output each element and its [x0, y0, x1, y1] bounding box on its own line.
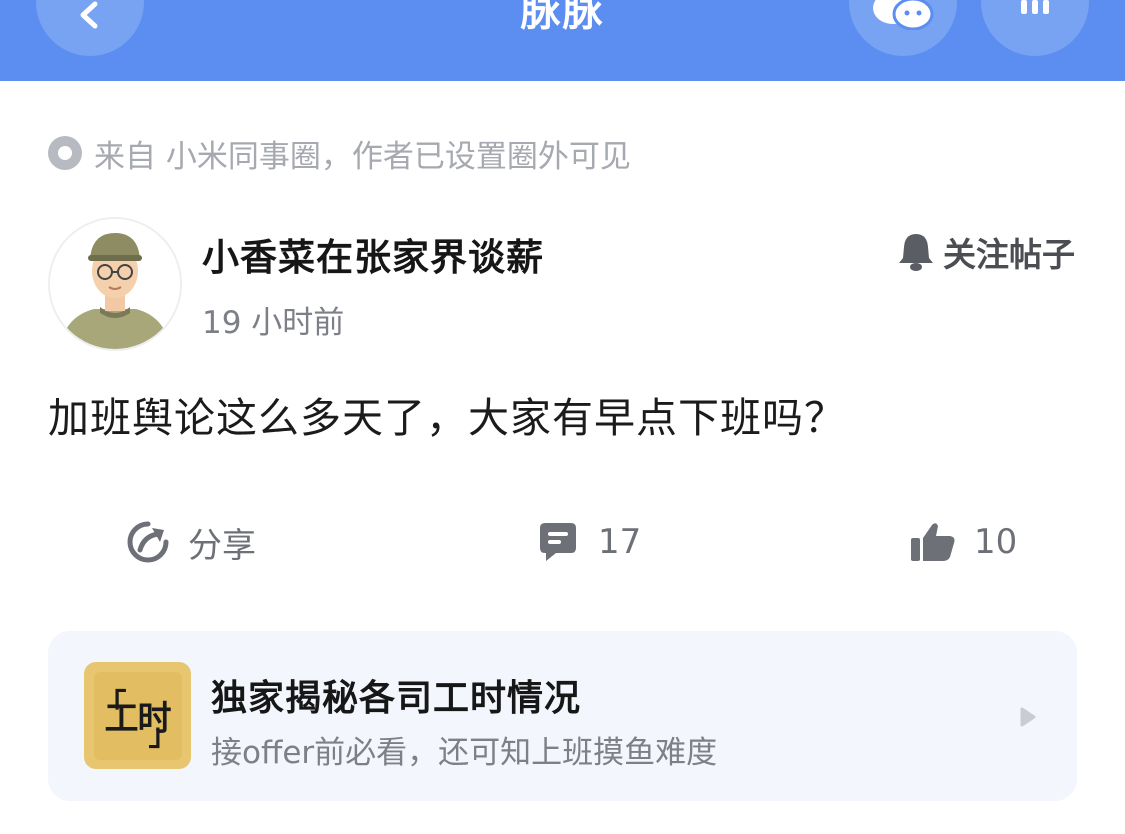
- user-avatar-icon: [50, 219, 180, 349]
- circle-icon: [48, 136, 82, 170]
- post-source: 来自 小米同事圈，作者已设置圈外可见: [48, 132, 631, 175]
- play-arrow-icon: [1020, 707, 1036, 727]
- promo-card[interactable]: 「 工时 」 独家揭秘各司工时情况 接offer前必看，还可知上班摸鱼难度: [48, 631, 1077, 801]
- more-icon: [1021, 0, 1049, 14]
- comment-icon: [540, 523, 576, 561]
- source-text: 来自 小米同事圈，作者已设置圈外可见: [94, 138, 631, 175]
- post-actions: 分享 17 10: [0, 512, 1125, 572]
- more-button[interactable]: [981, 0, 1089, 56]
- avatar[interactable]: [48, 217, 182, 351]
- share-button[interactable]: 分享: [126, 512, 256, 572]
- thumbs-up-icon: [911, 523, 955, 561]
- follow-label: 关注帖子: [943, 235, 1075, 274]
- bell-icon: [899, 234, 933, 271]
- like-button[interactable]: 10: [910, 512, 1017, 572]
- share-label: 分享: [188, 525, 256, 566]
- comment-button[interactable]: 17: [536, 512, 641, 572]
- like-count: 10: [974, 522, 1018, 562]
- comment-count: 17: [598, 522, 642, 562]
- wechat-icon: [873, 0, 934, 30]
- author-name[interactable]: 小香菜在张家界谈薪: [202, 227, 544, 281]
- share-icon: [127, 521, 169, 563]
- wechat-share-button[interactable]: [849, 0, 957, 56]
- work-hours-logo: 「 工时 」: [84, 662, 191, 769]
- follow-post-button[interactable]: 关注帖子: [897, 228, 1075, 276]
- promo-title: 独家揭秘各司工时情况: [211, 678, 582, 719]
- post-time: 19 小时前: [202, 305, 345, 341]
- post-content: 加班舆论这么多天了，大家有早点下班吗？: [48, 394, 846, 442]
- promo-subtitle: 接offer前必看，还可知上班摸鱼难度: [211, 735, 718, 771]
- top-bar: 脉脉: [0, 0, 1125, 81]
